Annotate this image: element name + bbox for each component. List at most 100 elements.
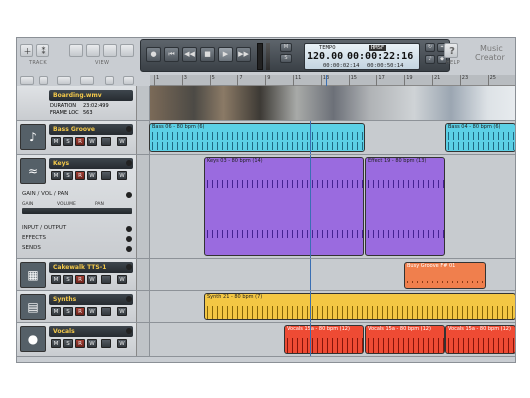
track-lane[interactable]: Bass 06 - 80 bpm (6) Bass 04 - 80 bpm (6) [149, 121, 515, 154]
view-group-label: VIEW [95, 60, 110, 66]
track-power-button[interactable] [126, 126, 132, 132]
gain-vol-pan-sliders[interactable] [22, 208, 132, 214]
track-power-button[interactable] [126, 328, 132, 334]
audio-clip[interactable]: Vocals 15a - 80 bpm (12) [445, 325, 515, 354]
track-edit-button[interactable] [101, 339, 111, 348]
clip-label: Vocals 15a - 80 bpm (12) [287, 326, 350, 332]
track-s-button[interactable]: S [63, 137, 73, 146]
track-power-button[interactable] [126, 264, 132, 270]
gain-label: GAIN [22, 202, 34, 207]
section-toggle[interactable] [126, 192, 132, 198]
playhead-line [310, 121, 311, 154]
loop-toggle[interactable]: ↻ [425, 43, 435, 52]
track-s-button[interactable]: S [63, 307, 73, 316]
timeline-ruler[interactable]: 1 3 5 7 9 11 13 15 17 19 21 23 25 [150, 75, 515, 86]
track-r-button[interactable]: R [75, 171, 85, 180]
track-write-button[interactable]: W [117, 339, 127, 348]
track-lane[interactable]: Keys 03 - 80 bpm (14) Effect 19 - 80 bpm … [150, 155, 515, 258]
audio-clip[interactable]: Bass 04 - 80 bpm (6) [445, 123, 515, 152]
track-w-button[interactable]: W [87, 275, 97, 284]
track-r-button[interactable]: R [75, 137, 85, 146]
zoom-tool-button[interactable] [57, 76, 71, 85]
erase-tool-button[interactable] [105, 76, 114, 85]
section-toggle[interactable] [126, 226, 132, 232]
track-edit-button[interactable] [101, 137, 111, 146]
track-name[interactable]: Keys [49, 158, 133, 169]
audio-clip[interactable]: Synth 21 - 80 bpm (7) [204, 293, 515, 320]
waveform [446, 338, 515, 346]
track-s-button[interactable]: S [63, 171, 73, 180]
section-io[interactable]: INPUT / OUTPUT [22, 225, 66, 231]
audio-clip[interactable]: Bass 06 - 80 bpm (6) [149, 123, 365, 152]
view-button-2[interactable] [86, 44, 100, 57]
fast-forward-button[interactable]: ▶▶ [236, 47, 251, 62]
track-write-button[interactable]: W [117, 137, 127, 146]
snap-grid-button[interactable] [123, 76, 134, 85]
section-gvp[interactable]: GAIN / VOL / PAN [22, 191, 68, 197]
track-3: ▤ Synths M S R W W Synth 21 - 80 bpm (7) [17, 291, 515, 323]
track-r-button[interactable]: R [75, 307, 85, 316]
audio-clip[interactable]: Keys 03 - 80 bpm (14) [204, 157, 364, 256]
add-track-button[interactable]: ＋ [20, 44, 33, 57]
track-edit-button[interactable] [101, 275, 111, 284]
stop-button[interactable]: ■ [200, 47, 215, 62]
audio-clip[interactable]: Vocals 15a - 80 bpm (12) [284, 325, 364, 354]
track-write-button[interactable]: W [117, 275, 127, 284]
section-effects[interactable]: EFFECTS [22, 235, 46, 241]
select-tool-button[interactable] [39, 76, 48, 85]
audio-clip[interactable]: Vocals 15a - 80 bpm (12) [365, 325, 445, 354]
rewind-button[interactable]: ◀◀ [182, 47, 197, 62]
section-toggle[interactable] [126, 236, 132, 242]
draw-tool-button[interactable] [80, 76, 94, 85]
track-m-button[interactable]: M [51, 307, 61, 316]
track-name[interactable]: Bass Groove [49, 124, 133, 135]
track-power-button[interactable] [126, 296, 132, 302]
help-button[interactable]: ? [444, 43, 458, 58]
track-tool-button[interactable]: ⁑ [36, 44, 49, 57]
record-button[interactable]: ● [146, 47, 161, 62]
track-m-button[interactable]: M [51, 275, 61, 284]
audio-clip[interactable]: Busy Groove F# 01 [404, 262, 486, 289]
track-r-button[interactable]: R [75, 275, 85, 284]
track-edit-button[interactable] [101, 171, 111, 180]
track-name[interactable]: Cakewalk TTS-1 [49, 262, 133, 273]
track-r-button[interactable]: R [75, 339, 85, 348]
track-name[interactable]: Vocals [49, 326, 133, 337]
master-fader[interactable] [257, 43, 263, 70]
track-lane[interactable]: Vocals 15a - 80 bpm (12) Vocals 15a - 80 … [150, 323, 515, 356]
section-toggle[interactable] [126, 246, 132, 252]
track-edit-button[interactable] [101, 307, 111, 316]
view-button-4[interactable] [120, 44, 134, 57]
video-thumbnails[interactable] [150, 86, 515, 120]
playhead[interactable] [326, 75, 327, 86]
track-name[interactable]: Synths [49, 294, 133, 305]
smart-tool-button[interactable] [20, 76, 34, 85]
track-power-button[interactable] [126, 160, 132, 166]
track-s-button[interactable]: S [63, 339, 73, 348]
track-w-button[interactable]: W [87, 307, 97, 316]
track-w-button[interactable]: W [87, 339, 97, 348]
time-display[interactable]: TEMPO HMSF 120.00 00:00:22:16 00:00:02:1… [304, 43, 420, 70]
track-write-button[interactable]: W [117, 171, 127, 180]
section-sends[interactable]: SENDS [22, 245, 41, 251]
track-m-button[interactable]: M [51, 137, 61, 146]
track-meter [137, 323, 150, 356]
metronome-toggle[interactable]: ♪ [425, 55, 435, 64]
mute-toggle[interactable]: M [280, 43, 292, 52]
rewind-start-button[interactable]: ⏮ [164, 47, 179, 62]
video-name[interactable]: Boarding.wmv [49, 90, 133, 101]
track-m-button[interactable]: M [51, 339, 61, 348]
track-s-button[interactable]: S [63, 275, 73, 284]
track-lane[interactable]: Busy Groove F# 01 [150, 259, 515, 290]
play-button[interactable]: ▶ [218, 47, 233, 62]
view-button-3[interactable] [103, 44, 117, 57]
track-w-button[interactable]: W [87, 137, 97, 146]
track-w-button[interactable]: W [87, 171, 97, 180]
track-write-button[interactable]: W [117, 307, 127, 316]
audio-clip[interactable]: Effect 19 - 80 bpm (13) [365, 157, 445, 256]
track-lane[interactable]: Synth 21 - 80 bpm (7) [150, 291, 515, 322]
view-button-1[interactable] [69, 44, 83, 57]
track-m-button[interactable]: M [51, 171, 61, 180]
playhead-line [310, 323, 311, 356]
solo-toggle[interactable]: S [280, 54, 292, 63]
